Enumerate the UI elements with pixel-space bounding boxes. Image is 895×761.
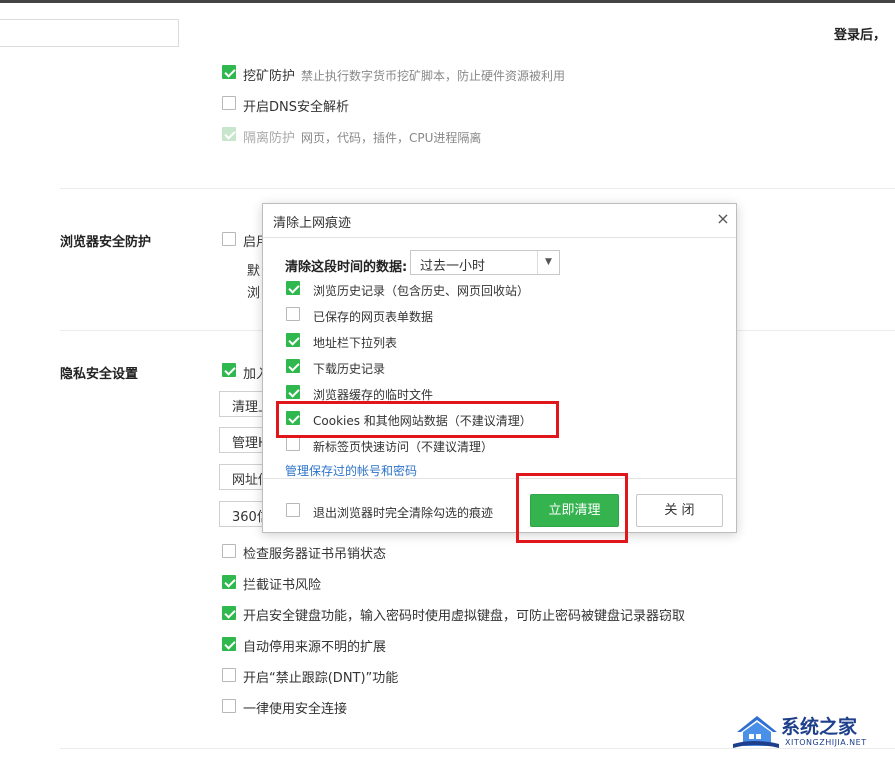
browser-protection-checkbox[interactable] <box>222 232 236 246</box>
section-divider <box>60 188 895 189</box>
address-bar-checkbox[interactable] <box>286 333 300 347</box>
chevron-down-icon[interactable]: ▼ <box>537 251 559 274</box>
history-checkbox[interactable] <box>286 281 300 295</box>
isolation-option: 隔离防护 网页，代码，插件，CPU进程隔离 <box>243 127 481 146</box>
secure-keyboard-label: 开启安全键盘功能，输入密码时使用虚拟键盘，可防止密码被键盘记录器窃取 <box>243 609 686 624</box>
new-tab-checkbox[interactable] <box>286 437 300 451</box>
time-range-select[interactable]: 过去一小时 ▼ <box>410 250 560 275</box>
manage-passwords-link[interactable]: 管理保存过的帐号和密码 <box>285 462 417 479</box>
form-data-label: 已保存的网页表单数据 <box>313 310 434 324</box>
dialog-footer-divider <box>263 478 736 479</box>
new-tab-label: 新标签页快速访问（不建议清理） <box>313 440 494 454</box>
close-icon[interactable]: × <box>715 211 731 227</box>
history-label: 浏览历史记录（包含历史、网页回收站） <box>313 284 530 298</box>
mining-protection-option: 挖矿防护 禁止执行数字货币挖矿脚本，防止硬件资源被利用 <box>243 65 565 84</box>
search-input[interactable] <box>0 19 179 47</box>
dns-secure-label: 开启DNS安全解析 <box>243 100 349 115</box>
watermark-title: 系统之家 <box>781 716 858 738</box>
browser-protection-title: 浏览器安全防护 <box>60 235 152 250</box>
mining-protection-checkbox[interactable] <box>222 65 236 79</box>
isolation-note: 网页，代码，插件，CPU进程隔离 <box>301 131 482 145</box>
cache-checkbox[interactable] <box>286 385 300 399</box>
disable-unknown-ext-checkbox[interactable] <box>222 637 236 651</box>
privacy-title: 隐私安全设置 <box>60 367 139 382</box>
mining-protection-label: 挖矿防护 <box>243 69 296 84</box>
time-range-label: 清除这段时间的数据: <box>285 260 408 275</box>
isolation-label: 隔离防护 <box>243 131 296 146</box>
dnt-checkbox[interactable] <box>222 668 236 682</box>
dnt-label: 开启“禁止跟踪(DNT)”功能 <box>243 671 399 686</box>
dialog-title: 清除上网痕迹 <box>273 216 352 231</box>
form-data-checkbox[interactable] <box>286 307 300 321</box>
house-logo-icon <box>733 716 779 748</box>
cookies-highlight-box <box>276 401 559 438</box>
cert-revocation-label: 检查服务器证书吊销状态 <box>243 547 387 562</box>
disable-unknown-ext-label: 自动停用来源不明的扩展 <box>243 640 387 655</box>
mining-protection-note: 禁止执行数字货币挖矿脚本，防止硬件资源被利用 <box>301 69 566 83</box>
top-border <box>0 0 895 3</box>
site-watermark: 系统之家 XITONGZHIJIA.NET <box>733 708 893 758</box>
address-bar-label: 地址栏下拉列表 <box>313 336 398 350</box>
clear-browsing-dialog: 清除上网痕迹 × 清除这段时间的数据: 过去一小时 ▼ 浏览历史记录（包含历史、… <box>262 203 737 533</box>
settings-page: 登录后， 挖矿防护 禁止执行数字货币挖矿脚本，防止硬件资源被利用 开启DNS安全解… <box>0 0 895 761</box>
exit-clear-checkbox[interactable] <box>286 503 300 517</box>
privacy-first-checkbox[interactable] <box>222 363 236 377</box>
dialog-header-divider <box>263 237 736 238</box>
cert-revocation-checkbox[interactable] <box>222 544 236 558</box>
time-range-value: 过去一小时 <box>420 259 486 274</box>
close-button[interactable]: 关 闭 <box>636 494 723 527</box>
cert-risk-label: 拦截证书风险 <box>243 578 322 593</box>
watermark-subtitle: XITONGZHIJIA.NET <box>785 738 867 747</box>
always-https-label: 一律使用安全连接 <box>243 702 348 717</box>
clear-button-highlight-box <box>516 473 628 543</box>
downloads-label: 下载历史记录 <box>313 362 386 376</box>
downloads-checkbox[interactable] <box>286 359 300 373</box>
dns-secure-checkbox[interactable] <box>222 96 236 110</box>
isolation-checkbox <box>222 127 236 141</box>
cert-risk-checkbox[interactable] <box>222 575 236 589</box>
always-https-checkbox[interactable] <box>222 699 236 713</box>
secure-keyboard-checkbox[interactable] <box>222 606 236 620</box>
login-prompt[interactable]: 登录后， <box>834 24 886 43</box>
exit-clear-label: 退出浏览器时完全清除勾选的痕迹 <box>313 506 494 520</box>
